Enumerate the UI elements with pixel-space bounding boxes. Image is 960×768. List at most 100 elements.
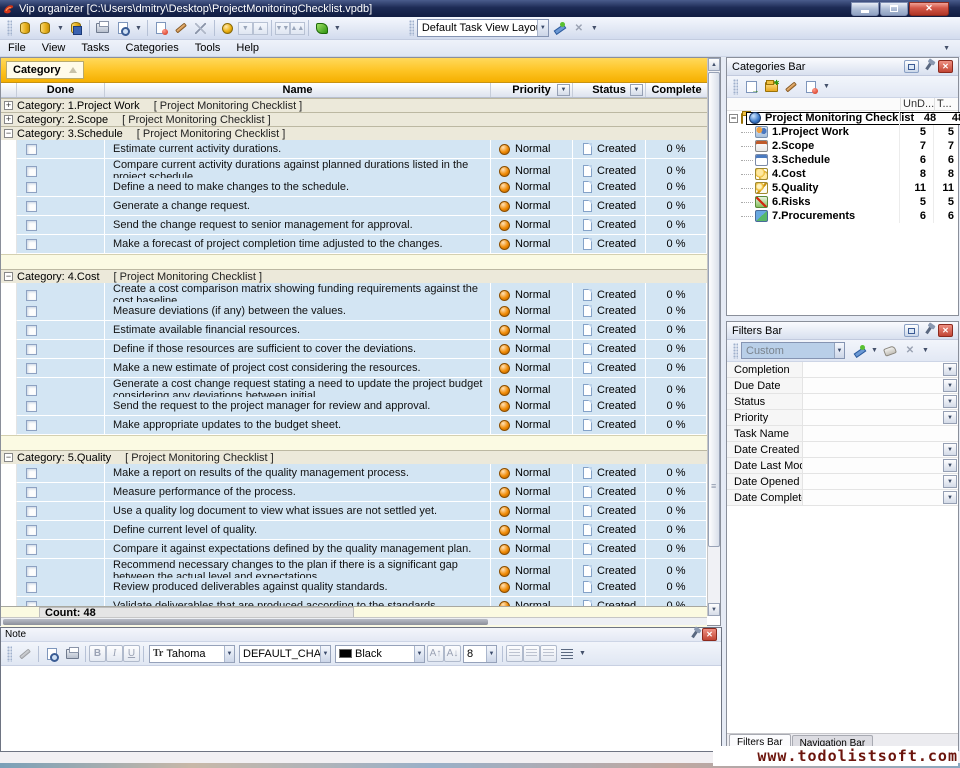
menu-view[interactable]: View [34,41,74,55]
filter-row[interactable]: Date Completed▼ [727,490,958,506]
collapse-icon[interactable]: − [4,272,13,281]
layout-caret-icon[interactable]: ▼ [589,25,600,32]
column-name[interactable]: Name [105,83,491,97]
toolbar-grip[interactable] [733,343,738,359]
filter-preset-dropdown[interactable]: ▼ [834,343,844,358]
note-preview-button[interactable] [42,644,62,663]
category-group-row[interactable]: −Category: 3.Schedule[ Project Monitorin… [1,126,707,140]
filter-value-field[interactable] [803,490,942,505]
filters-pin-button[interactable] [921,324,936,337]
category-group-row[interactable]: +Category: 1.Project Work[ Project Monit… [1,98,707,112]
task-checkbox[interactable] [26,144,37,155]
menu-help[interactable]: Help [228,41,267,55]
tree-item-coins[interactable]: 4.Cost88 [727,167,958,181]
column-total-label[interactable]: T... [934,98,958,110]
menu-categories[interactable]: Categories [118,41,187,55]
align-left-button[interactable] [506,645,523,662]
task-row[interactable]: Send the request to the project manager … [1,397,707,416]
task-row[interactable]: Define current level of quality.NormalCr… [1,521,707,540]
font-dropdown[interactable]: ▼ [224,646,234,662]
menu-tasks[interactable]: Tasks [73,41,117,55]
task-row[interactable]: Make a report on results of the quality … [1,464,707,483]
layout-combobox-dropdown[interactable]: ▼ [537,20,548,36]
collapse-icon[interactable]: − [4,453,13,462]
task-checkbox[interactable] [26,385,37,396]
notify-caret-icon[interactable]: ▼ [332,25,343,32]
scroll-up-button[interactable]: ▲ [708,58,720,71]
print-caret-icon[interactable]: ▼ [133,25,144,32]
task-row[interactable]: Create a cost comparison matrix showing … [1,283,707,302]
task-checkbox[interactable] [26,306,37,317]
delete-category-button[interactable] [801,77,821,96]
toolbar-grip[interactable] [7,20,12,36]
column-priority[interactable]: Priority ▼ [491,83,573,97]
move-down-button[interactable]: ▼ [238,22,253,35]
font-combobox[interactable]: Tr Tahoma ▼ [149,645,235,663]
new-category-button[interactable] [761,77,781,96]
italic-button[interactable]: I [106,645,123,662]
tree-item-calendar[interactable]: 3.Schedule66 [727,153,958,167]
note-save-button[interactable] [15,644,35,663]
delete-task-button[interactable] [191,19,211,38]
task-row[interactable]: Estimate available financial resources.N… [1,321,707,340]
color-dropdown[interactable]: ▼ [414,646,424,662]
task-row[interactable]: Make appropriate updates to the budget s… [1,416,707,435]
category-group-row[interactable]: +Category: 2.Scope[ Project Monitoring C… [1,112,707,126]
task-row[interactable]: Generate a change request.NormalCreated0… [1,197,707,216]
print-button[interactable] [93,19,113,38]
tree-item-cart[interactable]: 7.Procurements66 [727,209,958,223]
filters-toolbar-caret-icon[interactable]: ▼ [920,347,931,354]
filter-dropdown-button[interactable]: ▼ [943,395,957,408]
task-checkbox[interactable] [26,325,37,336]
filter-row[interactable]: Date Opened▼ [727,474,958,490]
filter-dropdown-button[interactable]: ▼ [943,411,957,424]
filter-row[interactable]: Date Last Modified▼ [727,458,958,474]
filter-value-field[interactable] [803,474,942,489]
filter-value-field[interactable] [803,394,942,409]
notify-button[interactable] [312,19,332,38]
tree-item-key[interactable]: 5.Quality1111 [727,181,958,195]
task-checkbox[interactable] [26,220,37,231]
filter-value-field[interactable] [803,426,958,441]
filter-dropdown-button[interactable]: ▼ [943,363,957,376]
categories-toolbar-caret-icon[interactable]: ▼ [821,83,832,90]
style-combobox[interactable]: DEFAULT_CHAR ▼ [239,645,331,663]
minimize-button[interactable] [851,2,879,16]
toolbar-grip[interactable] [7,646,12,662]
save-database-button[interactable] [66,19,86,38]
new-database-button[interactable] [15,19,35,38]
delete-filter-button[interactable]: ✕ [900,341,920,360]
note-close-button[interactable]: ✕ [702,628,717,641]
category-group-row[interactable]: −Category: 4.Cost[ Project Monitoring Ch… [1,269,707,283]
tree-root-focus[interactable]: Project Monitoring Checklist 48 48 [746,112,960,125]
task-row[interactable]: Compare current activity durations again… [1,159,707,178]
task-row[interactable]: Define a need to make changes to the sch… [1,178,707,197]
collapse-icon[interactable]: − [4,129,13,138]
task-row[interactable]: Use a quality log document to view what … [1,502,707,521]
status-filter-button[interactable]: ▼ [630,84,643,96]
shrink-font-button[interactable]: A↓ [444,645,461,662]
tree-item-chart[interactable]: 6.Risks55 [727,195,958,209]
new-checklist-button[interactable] [741,77,761,96]
filter-value-field[interactable] [803,442,942,457]
task-row[interactable]: Measure deviations (if any) between the … [1,302,707,321]
filter-dropdown-button[interactable]: ▼ [943,459,957,472]
scrollbar-thumb[interactable] [708,72,720,547]
filter-value-field[interactable] [803,362,942,377]
note-toolbar-caret-icon[interactable]: ▼ [577,650,588,657]
open-database-caret-icon[interactable]: ▼ [55,25,66,32]
task-row[interactable]: Define if those resources are sufficient… [1,340,707,359]
clear-filter-button[interactable] [880,341,900,360]
task-row[interactable]: Make a forecast of project completion ti… [1,235,707,254]
priority-filter-button[interactable]: ▼ [557,84,570,96]
filter-dropdown-button[interactable]: ▼ [943,491,957,504]
vertical-scrollbar[interactable]: ▲ ▼ [707,58,720,616]
note-editor[interactable] [1,667,721,751]
column-undone-label[interactable]: UnD... [900,98,934,110]
color-combobox[interactable]: Black ▼ [335,645,425,663]
filter-dropdown-button[interactable]: ▼ [943,475,957,488]
filter-row[interactable]: Task Name [727,426,958,442]
task-row[interactable]: Estimate current activity durations.Norm… [1,140,707,159]
toolbar-grip[interactable] [733,79,738,95]
maximize-button[interactable] [880,2,908,16]
